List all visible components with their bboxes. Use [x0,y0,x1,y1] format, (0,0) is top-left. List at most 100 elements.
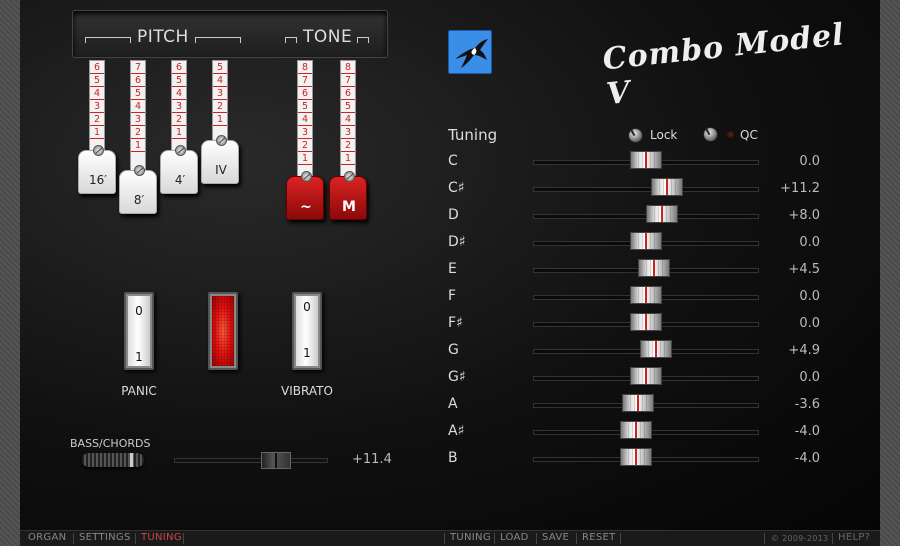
tone-label: TONE [303,27,353,47]
screw-icon [344,171,355,182]
tuning-value: +8.0 [788,208,820,223]
panic-label: PANIC [121,384,157,398]
screw-icon [93,145,104,156]
note-label: C [448,153,458,169]
qc-label: QC [740,128,758,142]
load-button[interactable]: LOAD [500,532,529,543]
main-panel: PITCH TONE 6 5 4 3 2 1 16′ 7 6 5 4 3 2 1 8′ 6 5 4 3 2 1 4′ 5 4 3… [20,0,880,530]
drawbar-label: IV [215,163,227,177]
tuning-value: -3.6 [794,397,820,412]
tuning-value: 0.0 [799,370,820,385]
footer-separator [135,533,136,544]
footer-separator [764,533,765,544]
drawbar-rod: 7654321 [130,60,146,174]
drawbar-label: 16′ [89,173,107,187]
drawbar-step: 1 [131,139,145,152]
tab-settings[interactable]: SETTINGS [79,532,131,543]
save-button[interactable]: SAVE [542,532,569,543]
tuning-slider-thumb[interactable] [639,340,672,358]
tuning-slider-thumb[interactable] [630,313,662,331]
tuning-slider-thumb[interactable] [630,367,662,385]
footer-separator [183,533,184,544]
tuning-value: 0.0 [799,316,820,331]
vibrato-switch-bottom: 1 [303,346,311,360]
tuning-slider-thumb[interactable] [620,448,653,466]
note-label: A♯ [448,423,465,439]
tuning-slider-thumb[interactable] [645,205,678,223]
bass-slider-thumb[interactable] [260,452,291,469]
tuning-slider-track[interactable] [533,187,759,192]
drawbar-cap[interactable]: 4′ [160,145,198,194]
swallow-logo-icon [448,30,492,74]
tuning-row: C 0.0 [448,151,848,173]
tone-bracket-left [285,37,297,43]
bass-value: +11.4 [352,452,392,467]
drawbar-step: 3 [213,87,227,100]
footer-separator [73,533,74,544]
pitch-bracket-left [85,37,131,43]
drawbar-cap[interactable]: 8′ [119,165,157,214]
note-label: G♯ [448,369,466,385]
note-label: E [448,261,457,277]
tuning-slider-thumb[interactable] [637,259,670,277]
drawbar-step: 1 [90,126,104,139]
drawbar-step: 4 [172,87,186,100]
drawbar-step: 2 [298,139,312,152]
tuning-value: +11.2 [780,181,820,196]
lock-knob-icon[interactable] [628,128,643,143]
tuning-slider-thumb[interactable] [622,394,655,412]
drawbar-cap[interactable]: 16′ [78,145,116,194]
drawbar-step: 5 [172,74,186,87]
drawbar-cap[interactable]: M [329,171,367,220]
qc-knob-icon[interactable] [703,127,718,142]
drawbar-header: PITCH TONE [72,10,388,58]
drawbar-step: 5 [213,61,227,74]
panic-switch-face: 0 1 [128,296,150,366]
help-button[interactable]: HELP? [838,532,870,543]
tuning-slider-thumb[interactable] [651,178,684,196]
drawbar-step: 7 [131,61,145,74]
note-label: G [448,342,459,358]
qc-led-icon [726,130,735,139]
panic-switch[interactable]: 0 1 [124,292,154,370]
panic-switch-top: 0 [135,304,143,318]
drawbar-label: ~ [300,199,312,215]
vibrato-switch[interactable]: 0 1 [292,292,322,370]
tuning-value: +4.5 [788,262,820,277]
drawbar-step: 3 [90,100,104,113]
tuning-slider-thumb[interactable] [630,232,662,250]
drawbar-step: 5 [341,100,355,113]
note-label: C♯ [448,180,465,196]
note-label: A [448,396,458,412]
tuning-row: F♯ 0.0 [448,313,848,335]
drawbar-cap[interactable]: ~ [286,171,324,220]
tuning-row: F 0.0 [448,286,848,308]
reset-button[interactable]: RESET [582,532,616,543]
tuning-slider-thumb[interactable] [630,151,662,169]
bass-slider-track[interactable] [174,458,328,463]
bass-chords-knob[interactable] [82,453,144,467]
drawbar-step: 7 [298,74,312,87]
app-title: Combo Model V [601,17,847,113]
tuning-value: +4.9 [788,343,820,358]
pitch-bracket-right [195,37,241,43]
footer-separator [832,533,833,544]
drawbar-step: 1 [172,126,186,139]
footer-bar: ORGAN SETTINGS TUNING TUNING LOAD SAVE R… [20,530,880,546]
panic-switch-bottom: 1 [135,350,143,364]
tab-tuning[interactable]: TUNING [141,532,182,543]
note-label: F♯ [448,315,463,331]
tuning-slider-thumb[interactable] [620,421,653,439]
tuning-value: -4.0 [794,451,820,466]
drawbar-rod: 87654321 [297,60,313,180]
tab-organ[interactable]: ORGAN [28,532,66,543]
action-tuning-button[interactable]: TUNING [450,532,491,543]
drawbar-step: 1 [341,152,355,165]
drawbar-label: 4′ [174,173,186,187]
tuning-value: 0.0 [799,154,820,169]
tuning-slider-thumb[interactable] [630,286,662,304]
drawbar-cap[interactable]: IV [201,135,239,184]
drawbar-step: 4 [90,87,104,100]
footer-separator [536,533,537,544]
lock-label: Lock [650,128,678,142]
